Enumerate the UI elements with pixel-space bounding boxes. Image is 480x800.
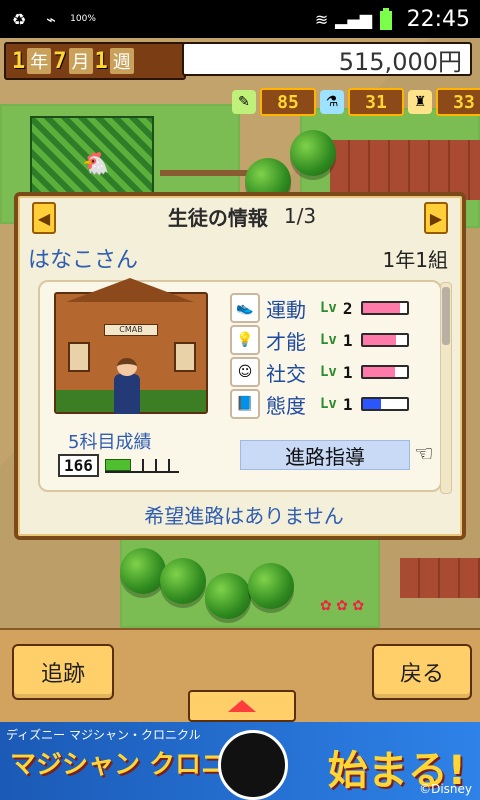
month-label: 月 [68,48,93,74]
pencil-value: 85 [260,88,316,116]
flask-icon: ⚗ [320,90,344,114]
attribute-meter [360,397,409,411]
clock: 22:45 [406,6,470,32]
status-left: ♻ ⌁ 100% [0,8,96,30]
dialog-titlebar: 生徒の情報 1/3 [38,196,446,236]
shoe-icon: 👟 [230,293,260,323]
brick-wall [400,558,480,598]
attribute-name: 態度 [266,393,306,418]
level-value: 2 [342,298,353,318]
grades-score: 166 [58,454,99,477]
house-window [68,342,90,372]
attribute-meter-fill [362,367,395,377]
level-value: 1 [342,330,353,350]
ad-line1: ディズニー マジシャン・クロニクル [6,728,201,742]
attribute-row-attitude: 📘 態度 Lv 1 [230,388,430,420]
wifi-icon: ≋ [314,9,329,29]
flower-bed: ✿ ✿ ✿ [320,598,365,614]
smile-icon: ☺ [230,357,260,387]
student-info-dialog: ◀ ▶ 生徒の情報 1/3 はなこさん 1年1組 CMAB 5科目成績 166 … [14,192,466,540]
attribute-row-talent: 💡 才能 Lv 1 [230,324,430,356]
attribute-meter [360,301,409,315]
pointing-hand-icon: ☜ [414,442,434,467]
week-number: 1 [94,48,108,74]
level-label: Lv [320,364,337,380]
expand-menu-button[interactable] [188,690,296,722]
tree [120,548,166,594]
grades-bar [104,458,179,473]
tree [205,573,251,619]
fence [160,170,250,176]
attribute-meter-fill [362,399,382,409]
chicken-icon: 🐔 [82,152,110,177]
scrollbar-thumb[interactable] [442,287,450,345]
bell-value: 33 [436,88,480,116]
attribute-name: 才能 [266,329,306,354]
dialog-title: 生徒の情報 [167,205,268,230]
student-avatar [114,358,140,414]
attribute-row-athletics: 👟 運動 Lv 2 [230,292,430,324]
level-label: Lv [320,332,337,348]
attribute-name: 社交 [266,361,306,386]
month-number: 7 [53,48,67,74]
triangle-up-icon [228,700,256,712]
date-display: 1 年 7 月 1 週 [4,42,186,80]
panel-scrollbar[interactable] [440,282,452,494]
battery-icon [375,8,397,30]
ad-brand: ©Disney [419,782,472,796]
level-value: 1 [342,394,353,414]
student-head [117,358,137,376]
student-name: はなこさん [28,248,139,273]
signal-icon: ▂▄▆ [335,9,373,29]
resource-stats: ✎ 85 ⚗ 31 ♜ 33 [232,88,480,116]
back-button[interactable]: 戻る [372,644,472,700]
pencil-icon: ✎ [232,90,256,114]
recycle-icon: ♻ [11,9,27,29]
career-status: 希望進路はありません [144,504,344,528]
level-label: Lv [320,300,337,316]
battery-percent-text: 100% [70,14,96,24]
battery-svg [379,8,392,30]
student-class: 1年1組 [382,247,448,272]
bell-icon: ♜ [408,90,432,114]
bottom-controls: 追跡 戻る [0,628,480,724]
brick-wall [330,140,480,200]
attribute-meter [360,333,409,347]
mickey-image [218,730,288,800]
money-display: 515,000円 [182,42,472,76]
status-bar: ♻ ⌁ 100% ≋ ▂▄▆ 22:45 [0,0,480,38]
tree [248,563,294,609]
week-label: 週 [109,48,134,74]
grades-label: 5科目成績 [68,432,152,453]
battery-100-icon: 100% [70,8,96,30]
lightbulb-icon: 💡 [230,325,260,355]
ad-banner[interactable]: ディズニー マジシャン・クロニクル マジシャン クロニクル 始まる! ©Disn… [0,722,480,800]
attribute-meter-fill [362,303,401,313]
status-right: ≋ ▂▄▆ 22:45 [311,7,480,32]
book-icon: 📘 [230,389,260,419]
follow-button[interactable]: 追跡 [12,644,114,700]
level-label: Lv [320,396,337,412]
tree [290,130,336,176]
attribute-meter [360,365,409,379]
flask-value: 31 [348,88,404,116]
attribute-meter-fill [362,335,396,345]
attribute-list: 👟 運動 Lv 2 💡 才能 Lv 1 ☺ 社交 Lv 1 📘 態度 Lv 1 [230,292,430,420]
career-guidance-button[interactable]: 進路指導 [240,440,410,470]
grades-score-row: 166 [58,454,179,477]
level-value: 1 [342,362,353,382]
year-label: 年 [27,48,52,74]
usb-icon: ⌁ [46,9,56,29]
house-sign: CMAB [104,324,158,336]
attribute-name: 運動 [266,297,306,322]
grades-bar-fill [104,458,131,471]
attribute-row-social: ☺ 社交 Lv 1 [230,356,430,388]
tree [160,558,206,604]
house-window [174,342,196,372]
year-number: 1 [12,48,26,74]
student-header: はなこさん 1年1組 [28,242,448,274]
dialog-page-indicator: 1/3 [283,204,317,228]
